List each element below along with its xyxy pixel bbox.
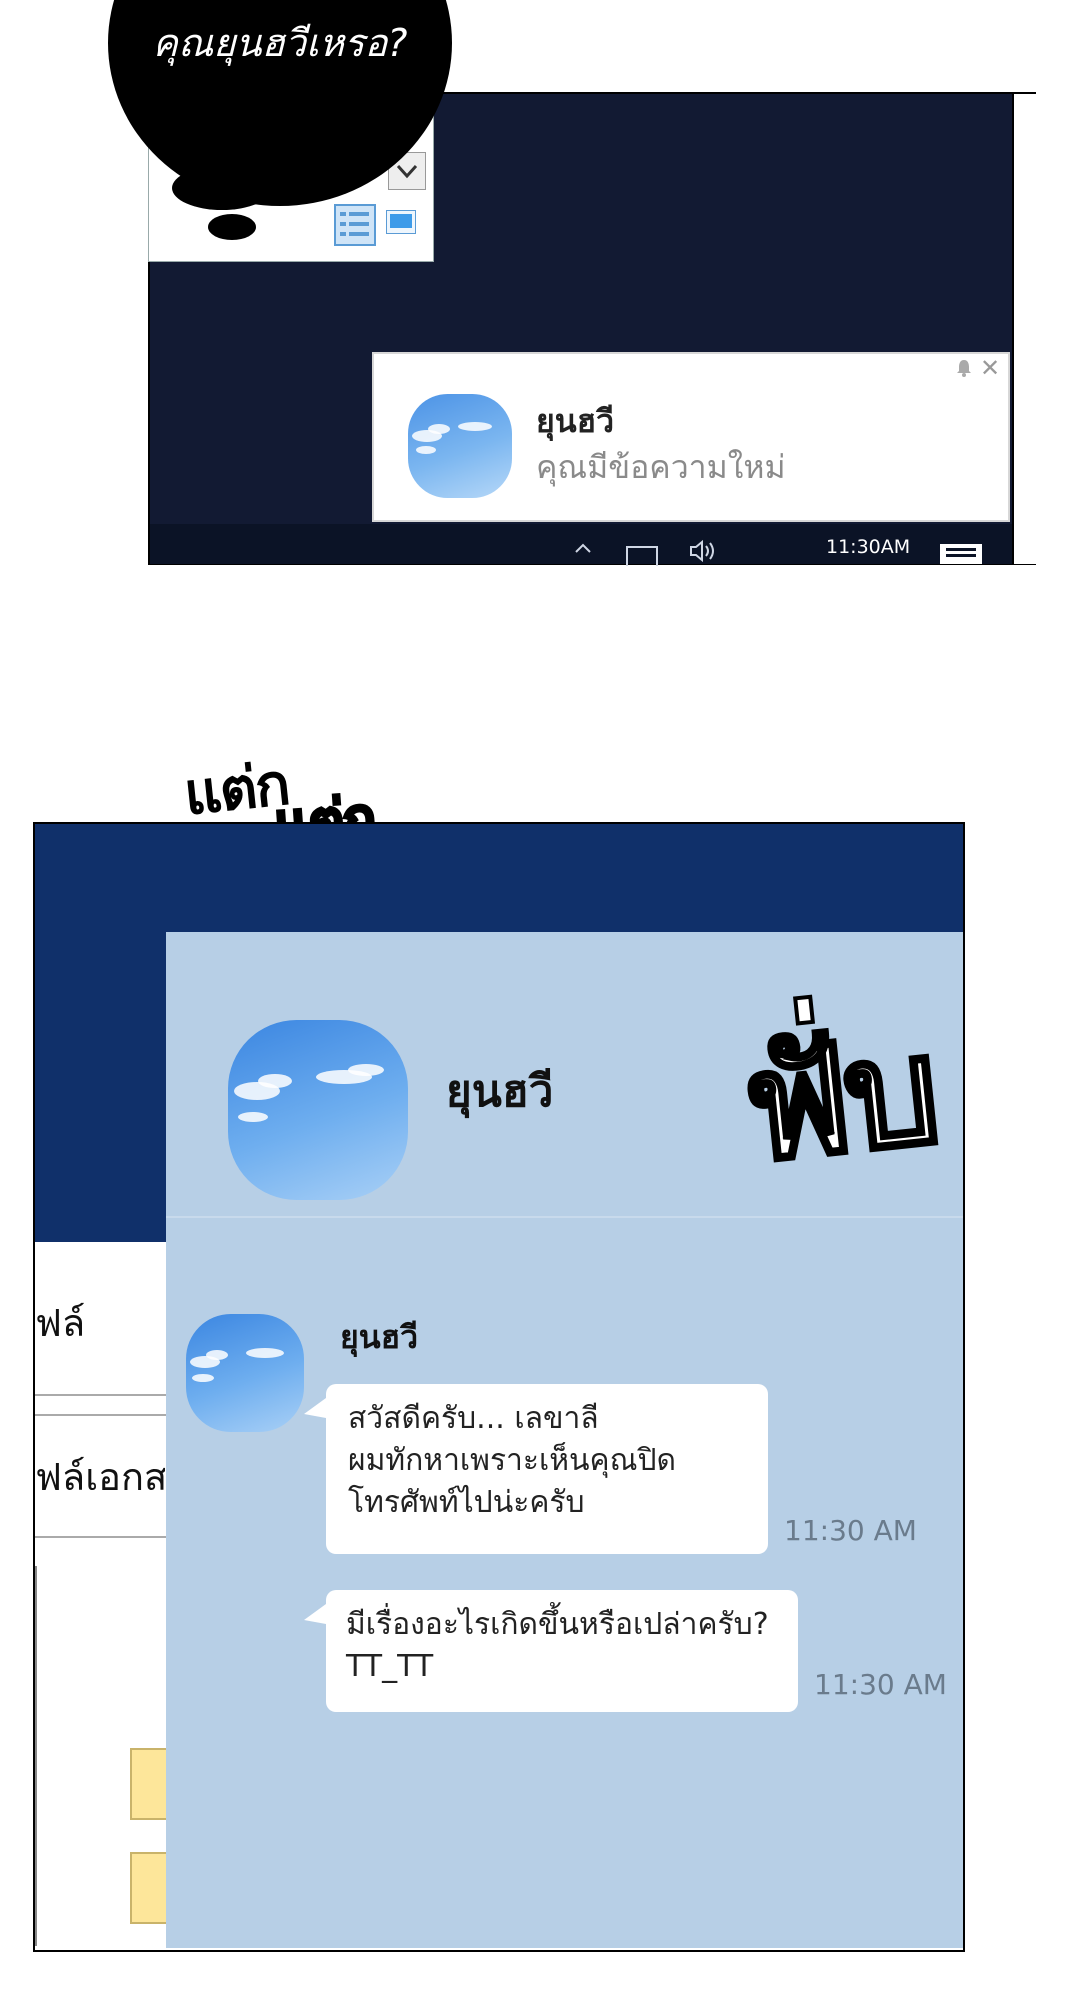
avatar[interactable] [228,1020,408,1200]
speech-bubble-text: คุณยุนฮวีเหรอ? [152,21,408,65]
message-bubble-tail [304,1398,326,1418]
volume-icon[interactable] [688,538,720,568]
background-list-label: ฟล์ [35,1301,86,1345]
close-icon[interactable]: ✕ [980,354,1000,382]
window-icon[interactable] [626,546,658,566]
folder-icon [130,1852,170,1924]
notification-message: คุณมีข้อความใหม่ [536,448,786,486]
details-view-icon[interactable] [334,204,376,246]
message-bubble-tail [304,1604,326,1624]
message-sender: ยุนฮวี [340,1318,419,1356]
notification-sender: ยุนฮวี [536,402,615,440]
message-timestamp: 11:30 AM [784,1514,917,1547]
sfx-fup: ฟั่บ [734,1002,945,1199]
preview-pane-icon[interactable] [386,210,416,234]
bell-icon[interactable] [954,358,974,384]
message-bubble[interactable]: มีเรื่องอะไรเกิดขึ้นหรือเปล่าครับ? TT_TT [326,1590,798,1712]
window-edge [1012,94,1036,564]
chat-contact-name: ยุนฮวี [446,1066,554,1117]
speech-bubble-tail [172,166,272,210]
avatar [408,394,512,498]
avatar[interactable] [186,1314,304,1432]
speech-bubble-tail [208,214,256,240]
clock[interactable]: 11:30AM [826,536,910,558]
message-timestamp: 11:30 AM [814,1668,947,1701]
divider [35,1566,37,1946]
message-bubble[interactable]: สวัสดีครับ... เลขาลี ผมทักหาเพราะเห็นคุณ… [326,1384,768,1554]
folder-icon [130,1748,170,1820]
chevron-up-icon[interactable] [572,538,594,564]
action-center-icon[interactable] [940,544,982,564]
background-list-label: ฟล์เอกสาร [35,1455,165,1499]
